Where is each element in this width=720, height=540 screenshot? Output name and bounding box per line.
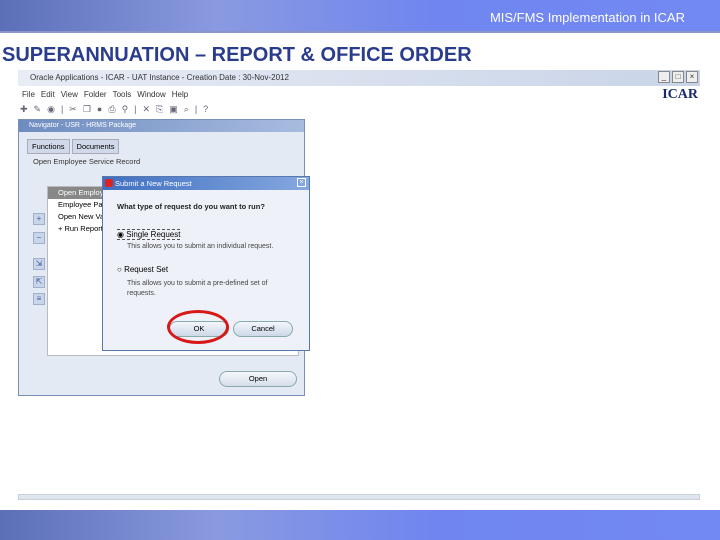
cut-icon[interactable]: ✂	[69, 104, 77, 118]
navigator-title: Navigator - USR - HRMS Package	[19, 120, 304, 132]
expand-all-icon[interactable]: ⇲	[33, 258, 45, 270]
menu-help[interactable]: Help	[172, 90, 188, 99]
window-title: Oracle Applications - ICAR - UAT Instanc…	[18, 70, 700, 86]
single-request-label: Single Request	[126, 230, 181, 239]
dialog-close-button[interactable]: ×	[297, 178, 306, 187]
menu-bar: File Edit View Folder Tools Window Help	[22, 90, 188, 99]
close-button[interactable]: ×	[686, 71, 698, 83]
navigator-heading: Open Employee Service Record	[33, 157, 141, 166]
header-title: MIS/FMS Implementation in ICAR	[489, 10, 685, 25]
find-icon[interactable]: ⚲	[122, 104, 129, 118]
cancel-button[interactable]: Cancel	[233, 321, 293, 337]
collapse-icon[interactable]: −	[33, 232, 45, 244]
menu-folder[interactable]: Folder	[84, 90, 107, 99]
request-set-desc: This allows you to submit a pre-defined …	[127, 280, 268, 297]
tab-functions[interactable]: Functions	[27, 139, 70, 154]
help-icon[interactable]: ?	[203, 104, 208, 118]
collapse-all-icon[interactable]: ⇱	[33, 276, 45, 288]
horizontal-scrollbar[interactable]	[18, 494, 700, 500]
navigator-icon[interactable]: ◉	[47, 104, 55, 118]
edit-icon[interactable]: ✎	[34, 104, 42, 118]
tab-documents[interactable]: Documents	[71, 139, 120, 154]
menu-tools[interactable]: Tools	[113, 90, 132, 99]
folder-icon[interactable]: ▣	[169, 104, 178, 118]
print-icon[interactable]: ⎙	[108, 104, 115, 118]
zoom-icon[interactable]: ⌕	[184, 104, 189, 118]
expand-icon[interactable]: +	[33, 213, 45, 225]
new-icon[interactable]: ✚	[20, 104, 28, 118]
delete-icon[interactable]: ✕	[143, 104, 151, 118]
header-banner: MIS/FMS Implementation in ICAR	[0, 0, 720, 33]
maximize-button[interactable]: □	[672, 71, 684, 83]
menu-file[interactable]: File	[22, 90, 35, 99]
window-title-text: Oracle Applications - ICAR - UAT Instanc…	[30, 73, 289, 82]
single-request-radio[interactable]: ◉ Single Request	[117, 229, 181, 240]
highlight-circle	[167, 310, 229, 344]
open-button[interactable]: Open	[219, 371, 297, 387]
app-screenshot: Oracle Applications - ICAR - UAT Instanc…	[18, 70, 700, 500]
single-request-desc: This allows you to submit an individual …	[127, 243, 274, 250]
request-set-label: Request Set	[124, 265, 169, 274]
menu-window[interactable]: Window	[137, 90, 165, 99]
footer-banner	[0, 510, 720, 540]
submit-request-dialog: Submit a New Request × What type of reque…	[102, 176, 310, 351]
menu-edit[interactable]: Edit	[41, 90, 55, 99]
icar-logo: ICAR	[662, 87, 698, 102]
copy-icon[interactable]: ❐	[83, 104, 91, 118]
toolbar: ✚ ✎ ◉ | ✂ ❐ ● ⎙ ⚲ | ✕ ⎘ ▣ ⌕ | ?	[20, 104, 208, 118]
slide-title: SUPERANNUATION – REPORT & OFFICE ORDER	[2, 44, 472, 66]
add-to-top-ten-icon[interactable]: ≡	[33, 293, 45, 305]
save-icon[interactable]: ●	[97, 104, 102, 118]
attach-icon[interactable]: ⎘	[156, 104, 163, 118]
dialog-question: What type of request do you want to run?	[117, 202, 265, 211]
oracle-icon	[105, 179, 113, 187]
minimize-button[interactable]: _	[658, 71, 670, 83]
menu-view[interactable]: View	[61, 90, 78, 99]
dialog-title: Submit a New Request	[115, 179, 192, 188]
request-set-radio[interactable]: ○ Request Set	[117, 265, 168, 274]
